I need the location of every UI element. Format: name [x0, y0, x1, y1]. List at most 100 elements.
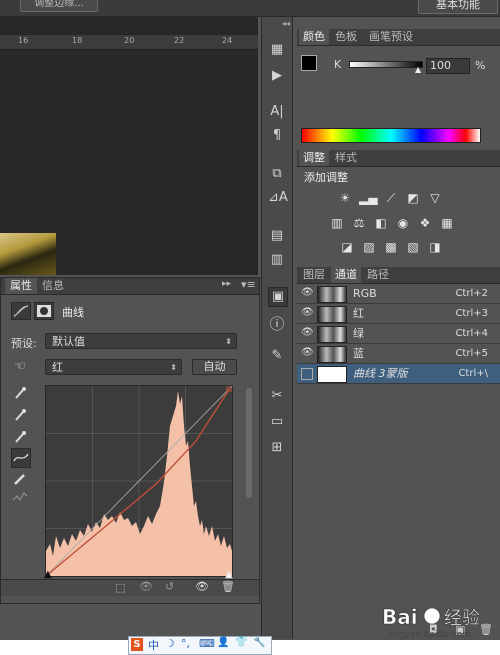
- gray-point-eyedropper-icon[interactable]: [11, 408, 29, 426]
- layer-comps-icon[interactable]: ▭: [268, 413, 286, 431]
- pencil-icon[interactable]: [11, 472, 29, 490]
- tab-styles[interactable]: 样式: [331, 150, 361, 166]
- workspace-switcher-button[interactable]: 基本功能: [418, 0, 498, 14]
- channel-row-red[interactable]: 👁 红 Ctrl+3: [297, 304, 500, 324]
- preset-dropdown[interactable]: 默认值 ⬍: [45, 333, 237, 349]
- keyboard-icon[interactable]: ⌨: [199, 637, 215, 650]
- reset-icon[interactable]: ↺: [165, 580, 174, 593]
- curves-adjustment-icon: [11, 302, 31, 320]
- visibility-eye-icon[interactable]: 👁: [301, 327, 314, 339]
- document-image: [0, 233, 56, 275]
- color-lookup-icon[interactable]: ▦: [439, 215, 455, 231]
- layer-mask-icon[interactable]: [34, 302, 54, 320]
- channel-row-blue[interactable]: 👁 蓝 Ctrl+5: [297, 344, 500, 364]
- white-point-eyedropper-icon[interactable]: [11, 430, 29, 448]
- half-width-icon[interactable]: ☽: [165, 637, 175, 650]
- curve-point-tool-icon[interactable]: [11, 448, 31, 468]
- settings-wrench-icon[interactable]: 🔧: [253, 637, 265, 648]
- posterize-icon[interactable]: ▨: [361, 239, 377, 255]
- refine-edge-button[interactable]: 调整边缘...: [20, 0, 98, 12]
- auto-button[interactable]: 自动: [192, 359, 237, 375]
- gradient-map-icon[interactable]: ▧: [405, 239, 421, 255]
- visibility-eye-icon[interactable]: 👁: [301, 287, 314, 299]
- brush-presets-icon[interactable]: ✎: [268, 347, 286, 365]
- ruler-tick: 18: [72, 36, 83, 45]
- curves-histogram: [45, 385, 233, 577]
- channel-name: 红: [353, 307, 364, 320]
- channel-dropdown[interactable]: 红 ⬍: [45, 359, 182, 375]
- character-icon[interactable]: A|: [268, 103, 286, 121]
- delete-icon[interactable]: 🗑: [221, 580, 235, 593]
- properties-scrollbar[interactable]: [246, 388, 252, 498]
- exposure-icon[interactable]: ◩: [405, 190, 421, 206]
- tab-swatches[interactable]: 色板: [331, 29, 361, 45]
- collapse-icon[interactable]: ▸▸: [222, 279, 231, 289]
- channel-row-green[interactable]: 👁 绿 Ctrl+4: [297, 324, 500, 344]
- tab-adjustments[interactable]: 调整: [299, 150, 329, 166]
- skin-icon[interactable]: 👕: [235, 637, 247, 648]
- channel-mixer-icon[interactable]: ❖: [417, 215, 433, 231]
- properties-panel: 属性 信息 ▸▸ ▾≡ 曲线 预设: 默认值 ⬍ ☜ 红 ⬍ 自动 ▲ ▲ ⬚ …: [0, 277, 260, 604]
- channel-shortcut: Ctrl+3: [455, 308, 488, 319]
- ime-logo-icon[interactable]: S: [131, 638, 143, 651]
- selective-color-icon[interactable]: ◨: [427, 239, 443, 255]
- user-icon[interactable]: 👤: [217, 637, 229, 648]
- vibrance-icon[interactable]: ▽: [427, 190, 443, 206]
- channel-thumbnail: [317, 326, 347, 343]
- updown-icon: ⬍: [170, 363, 177, 372]
- hue-saturation-icon[interactable]: ▥: [329, 215, 345, 231]
- visibility-eye-icon[interactable]: 👁: [195, 580, 209, 593]
- info-icon[interactable]: ⓘ: [268, 315, 286, 333]
- invert-icon[interactable]: ◪: [339, 239, 355, 255]
- notes-icon[interactable]: ▤: [268, 227, 286, 245]
- color-balance-icon[interactable]: ⚖: [351, 215, 367, 231]
- channel-name: RGB: [353, 287, 377, 300]
- properties-tab-bar: 属性 信息 ▸▸ ▾≡: [1, 278, 259, 295]
- tab-properties[interactable]: 属性: [5, 278, 37, 294]
- on-image-adjust-icon[interactable]: ☜: [11, 358, 29, 376]
- properties-panel-icon[interactable]: ▣: [268, 287, 288, 307]
- adjustment-title: 曲线: [62, 306, 84, 319]
- punctuation-icon[interactable]: °,: [181, 637, 190, 650]
- curves-icon[interactable]: ⟋: [383, 190, 399, 206]
- tab-paths[interactable]: 路径: [363, 267, 393, 283]
- threshold-icon[interactable]: ▩: [383, 239, 399, 255]
- actions-play-icon[interactable]: ▶: [268, 67, 286, 85]
- clone-source-icon[interactable]: ⧉: [268, 165, 286, 183]
- visibility-checkbox[interactable]: [301, 368, 313, 380]
- panel-menu-icon[interactable]: ▾≡: [241, 278, 256, 291]
- tool-presets-icon[interactable]: ✂: [268, 387, 286, 405]
- channel-shortcut: Ctrl+4: [455, 328, 488, 339]
- paragraph-styles-icon[interactable]: ▥: [268, 251, 286, 269]
- channel-row-curves-mask[interactable]: 曲线 3蒙版 Ctrl+\: [297, 364, 500, 384]
- color-spectrum-bar[interactable]: [301, 128, 481, 143]
- clip-to-layer-icon[interactable]: ⬚: [115, 581, 125, 594]
- tab-color[interactable]: 颜色: [299, 29, 329, 45]
- tab-layers[interactable]: 图层: [299, 267, 329, 283]
- levels-icon[interactable]: ▂▄: [359, 190, 377, 206]
- channel-name: 蓝: [353, 347, 364, 360]
- black-white-icon[interactable]: ◧: [373, 215, 389, 231]
- brightness-contrast-icon[interactable]: ☀: [337, 190, 353, 206]
- measurement-log-icon[interactable]: ⊞: [268, 439, 286, 457]
- foreground-color-swatch[interactable]: [301, 55, 317, 71]
- visibility-eye-icon[interactable]: 👁: [301, 347, 314, 359]
- tab-channels[interactable]: 通道: [331, 267, 361, 283]
- ime-mode-toggle[interactable]: 中: [148, 637, 159, 653]
- smooth-curve-icon[interactable]: [11, 490, 29, 508]
- character-styles-icon[interactable]: ⊿A: [268, 189, 288, 207]
- k-value-input[interactable]: 100: [426, 58, 470, 74]
- tab-brush-presets[interactable]: 画笔预设: [365, 29, 417, 45]
- black-point-eyedropper-icon[interactable]: [11, 386, 29, 404]
- photo-filter-icon[interactable]: ◉: [395, 215, 411, 231]
- expand-panels-icon[interactable]: ◂◂: [282, 19, 290, 28]
- tab-info[interactable]: 信息: [37, 278, 69, 294]
- history-icon[interactable]: ▦: [268, 41, 286, 59]
- k-slider-handle[interactable]: ▲: [415, 65, 421, 74]
- channel-row-rgb[interactable]: 👁 RGB Ctrl+2: [297, 284, 500, 304]
- curves-graph[interactable]: [45, 385, 233, 577]
- visibility-eye-icon[interactable]: 👁: [301, 307, 314, 319]
- view-previous-state-icon[interactable]: 👁: [139, 580, 153, 593]
- k-slider-track[interactable]: [349, 61, 423, 68]
- paragraph-icon[interactable]: ¶: [268, 127, 286, 145]
